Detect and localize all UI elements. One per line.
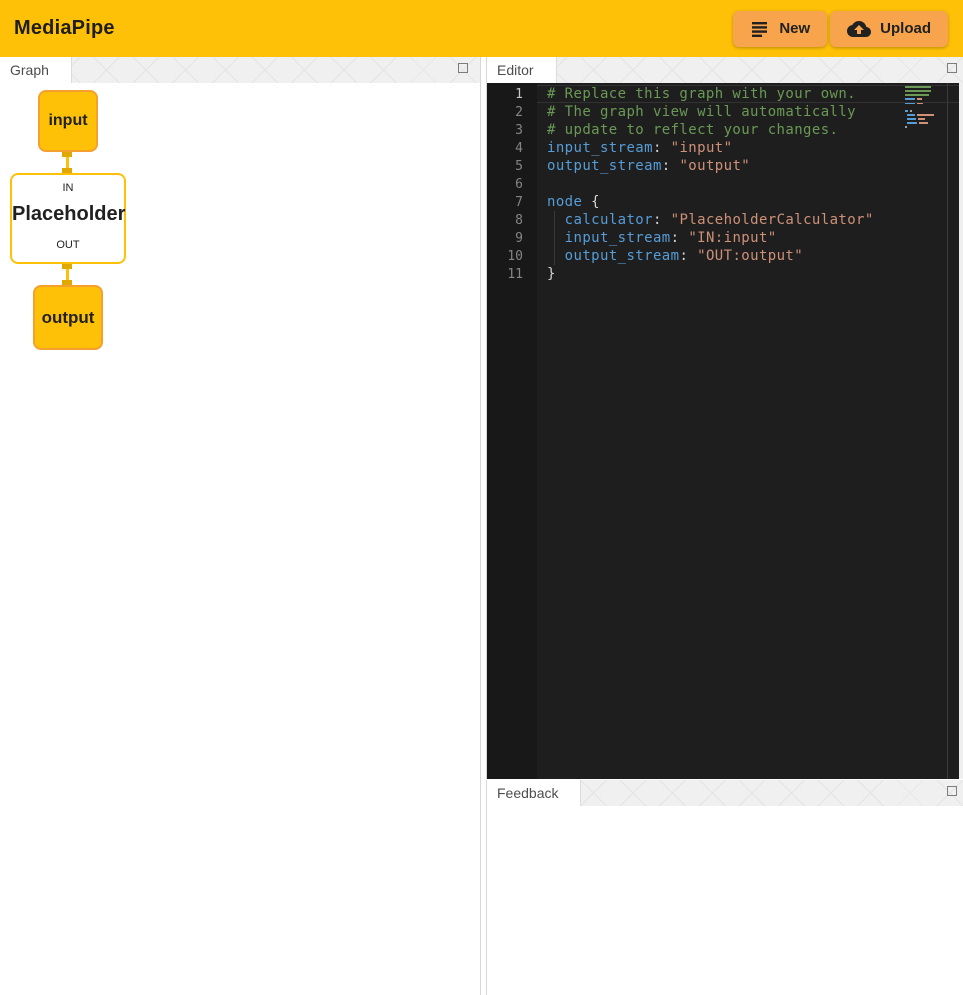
code-line[interactable]: 4input_stream: "input" xyxy=(487,139,959,157)
tab-graph[interactable]: Graph xyxy=(0,57,72,83)
placeholder-out-label: OUT xyxy=(12,239,124,251)
editor-lines: 1# Replace this graph with your own.2# T… xyxy=(487,85,959,283)
upload-button[interactable]: Upload xyxy=(830,11,948,47)
code-line[interactable]: 3# update to reflect your changes. xyxy=(487,121,959,139)
graph-panel: Graph input IN Placeholder OUT output xyxy=(0,57,481,995)
code-line[interactable]: 5output_stream: "output" xyxy=(487,157,959,175)
graph-node-input-label: input xyxy=(48,112,87,130)
graph-tabstrip: Graph xyxy=(0,57,480,83)
graph-node-output[interactable]: output xyxy=(33,285,103,350)
feedback-tabstrip: Feedback xyxy=(487,780,963,806)
code-line[interactable]: 9 input_stream: "IN:input" xyxy=(487,229,959,247)
graph-node-input[interactable]: input xyxy=(38,90,98,152)
code-line[interactable]: 6 xyxy=(487,175,959,193)
upload-button-label: Upload xyxy=(880,20,931,37)
editor-scrollbar[interactable] xyxy=(947,83,959,779)
placeholder-title: Placeholder xyxy=(12,203,124,226)
new-button-label: New xyxy=(779,20,810,37)
code-line[interactable]: 2# The graph view will automatically xyxy=(487,103,959,121)
new-button[interactable]: New xyxy=(733,11,827,47)
graph-node-output-label: output xyxy=(42,308,95,328)
maximize-icon[interactable] xyxy=(458,63,468,73)
code-line[interactable]: 11} xyxy=(487,265,959,283)
graph-node-placeholder[interactable]: IN Placeholder OUT xyxy=(10,173,126,264)
tab-feedback-label: Feedback xyxy=(497,785,558,801)
tab-feedback[interactable]: Feedback xyxy=(487,780,581,806)
placeholder-in-label: IN xyxy=(12,182,124,194)
code-line[interactable]: 1# Replace this graph with your own. xyxy=(487,85,959,103)
header-buttons: New Upload xyxy=(733,11,948,47)
cloud-upload-icon xyxy=(847,19,871,39)
app-header: MediaPipe New Upload xyxy=(0,0,963,57)
code-editor[interactable]: 1# Replace this graph with your own.2# T… xyxy=(487,83,959,779)
editor-panel: Editor 1# Replace this graph with your o… xyxy=(486,57,963,779)
graph-canvas[interactable]: input IN Placeholder OUT output xyxy=(0,83,480,995)
code-line[interactable]: 7node { xyxy=(487,193,959,211)
feedback-content xyxy=(487,806,963,995)
subject-lines-icon xyxy=(750,20,770,38)
maximize-icon[interactable] xyxy=(947,786,957,796)
tab-editor[interactable]: Editor xyxy=(487,57,557,83)
editor-tabstrip: Editor xyxy=(487,57,963,83)
app-title: MediaPipe xyxy=(14,17,115,40)
tab-editor-label: Editor xyxy=(497,62,534,78)
code-line[interactable]: 10 output_stream: "OUT:output" xyxy=(487,247,959,265)
feedback-panel: Feedback xyxy=(486,780,963,995)
code-line[interactable]: 8 calculator: "PlaceholderCalculator" xyxy=(487,211,959,229)
maximize-icon[interactable] xyxy=(947,63,957,73)
tab-graph-label: Graph xyxy=(10,62,49,78)
